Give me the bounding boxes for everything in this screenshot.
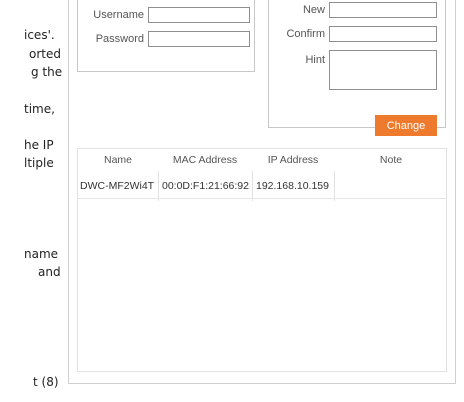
cell-device-name: DWC-MF2Wi4T — [80, 180, 155, 192]
confirm-password-label: Confirm — [286, 28, 325, 40]
username-label: Username — [93, 9, 144, 21]
new-password-label: New — [302, 4, 325, 16]
doc-line: and — [38, 265, 61, 279]
doc-line: ltiple — [24, 156, 54, 170]
hint-field[interactable] — [329, 50, 437, 90]
username-field[interactable] — [148, 7, 250, 23]
cell-ip-address: 192.168.10.159 — [256, 180, 329, 192]
doc-line: name — [24, 247, 59, 261]
cell-mac-address: 00:0D:F1:21:66:92 — [162, 180, 249, 192]
password-field[interactable] — [148, 31, 250, 47]
password-label: Password — [95, 33, 144, 45]
column-header-mac[interactable]: MAC Address — [158, 154, 252, 166]
hint-label: Hint — [305, 54, 325, 66]
table-row[interactable]: DWC-MF2Wi4T 00:0D:F1:21:66:92 192.168.10… — [78, 176, 446, 199]
doc-line: g the — [31, 65, 63, 79]
login-group: Username Password — [77, 0, 255, 72]
password-change-group: New Confirm Hint — [268, 0, 446, 128]
column-header-name[interactable]: Name — [78, 154, 158, 166]
device-list[interactable]: Name MAC Address IP Address Note DWC-MF2… — [77, 148, 447, 372]
change-button[interactable]: Change — [375, 115, 437, 136]
column-header-ip[interactable]: IP Address — [252, 154, 334, 166]
doc-line: ices'. — [24, 28, 55, 42]
device-config-window: Username Password New Confirm Hint Chang… — [68, 0, 456, 384]
doc-line: orted — [29, 47, 61, 61]
manual-text-fragments: ices'. orted g the time, he IP ltiple na… — [0, 0, 72, 402]
doc-line: he IP — [24, 138, 54, 152]
confirm-password-field[interactable] — [329, 26, 437, 42]
doc-line: t (8) — [33, 375, 59, 389]
new-password-field[interactable] — [329, 2, 437, 18]
doc-line: time, — [24, 102, 55, 116]
column-header-note[interactable]: Note — [334, 154, 448, 166]
table-header: Name MAC Address IP Address Note — [78, 149, 446, 171]
